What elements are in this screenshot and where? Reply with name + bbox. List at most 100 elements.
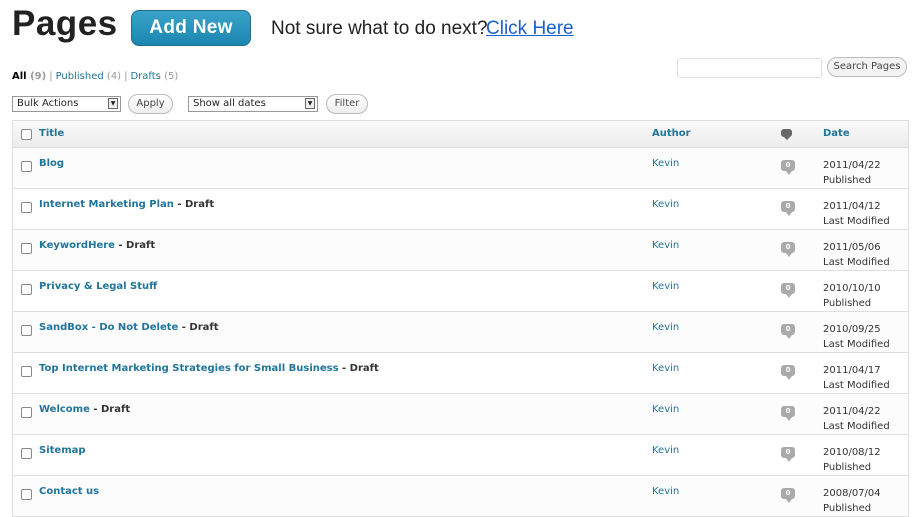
page-title: Pages <box>12 4 118 43</box>
comment-count-icon[interactable]: 0 <box>781 365 795 380</box>
pages-table: Title Author Date Blog Kevin 0 2011/04/22 Pu… <box>12 120 909 517</box>
table-row: KeywordHere - Draft Kevin 0 2011/05/06 Last … <box>13 230 908 271</box>
table-row: Internet Marketing Plan - Draft Kevin 0 201… <box>13 189 908 230</box>
author-link[interactable]: Kevin <box>652 404 679 415</box>
comment-count-icon[interactable]: 0 <box>781 201 795 216</box>
filter-published[interactable]: Published (4) <box>56 71 122 82</box>
page-title-link[interactable]: Welcome <box>39 404 90 415</box>
column-date[interactable]: Date <box>823 128 850 139</box>
post-state: - Draft <box>89 404 131 415</box>
author-link[interactable]: Kevin <box>652 240 679 251</box>
table-row: Sitemap Kevin 0 2010/08/12 Published <box>13 435 908 476</box>
page-title-link[interactable]: Privacy & Legal Stuff <box>39 281 157 292</box>
date-status: Published <box>823 503 872 514</box>
search-pages-button[interactable]: Search Pages <box>827 57 907 77</box>
post-state: - Draft <box>178 322 219 333</box>
table-row: Blog Kevin 0 2011/04/22 Published <box>13 148 908 189</box>
date-value: 2010/10/10 <box>823 283 881 294</box>
date-status: Published <box>823 298 872 309</box>
table-row: Contact us Kevin 0 2008/07/04 Published <box>13 476 908 517</box>
page-header: Pages Add New Not sure what to do next? … <box>0 0 917 60</box>
filter-drafts-label: Drafts <box>130 71 161 82</box>
table-row: Privacy & Legal Stuff Kevin 0 2010/10/10 Pub… <box>13 271 908 312</box>
filter-drafts-count: (5) <box>164 71 179 82</box>
bulk-actions-value: Bulk Actions <box>17 98 79 109</box>
apply-button[interactable]: Apply <box>128 94 173 114</box>
date-value: 2011/04/22 <box>823 406 881 417</box>
row-checkbox[interactable] <box>21 202 32 213</box>
table-row: SandBox - Do Not Delete - Draft Kevin 0 201… <box>13 312 908 353</box>
date-status: Last Modified <box>823 216 890 227</box>
comment-count-icon[interactable]: 0 <box>781 447 795 462</box>
row-title-cell: KeywordHere - Draft <box>39 240 155 251</box>
date-cell: 2011/05/06 Last Modified <box>823 240 890 270</box>
author-link[interactable]: Kevin <box>652 445 679 456</box>
filter-all[interactable]: All (9) <box>12 71 46 82</box>
dates-select[interactable]: Show all dates ▼ <box>188 96 318 112</box>
date-status: Published <box>823 175 872 186</box>
page-title-link[interactable]: Sitemap <box>39 445 86 456</box>
date-cell: 2011/04/22 Last Modified <box>823 404 890 434</box>
date-cell: 2010/09/25 Last Modified <box>823 322 890 352</box>
filter-separator: | <box>49 71 53 82</box>
author-link[interactable]: Kevin <box>652 322 679 333</box>
date-status: Published <box>823 462 872 473</box>
page-title-link[interactable]: Contact us <box>39 486 99 497</box>
author-link[interactable]: Kevin <box>652 486 679 497</box>
comment-count-icon[interactable]: 0 <box>781 406 795 421</box>
date-cell: 2010/10/10 Published <box>823 281 881 311</box>
date-status: Last Modified <box>823 421 890 432</box>
date-cell: 2011/04/17 Last Modified <box>823 363 890 393</box>
date-cell: 2011/04/12 Last Modified <box>823 199 890 229</box>
author-link[interactable]: Kevin <box>652 363 679 374</box>
date-value: 2010/09/25 <box>823 324 881 335</box>
page-title-link[interactable]: Internet Marketing Plan <box>39 199 174 210</box>
row-title-cell: Blog <box>39 158 64 169</box>
row-checkbox[interactable] <box>21 325 32 336</box>
date-value: 2010/08/12 <box>823 447 881 458</box>
help-text: Not sure what to do next? <box>271 18 488 39</box>
date-value: 2011/04/17 <box>823 365 881 376</box>
row-checkbox[interactable] <box>21 243 32 254</box>
row-checkbox[interactable] <box>21 366 32 377</box>
date-cell: 2010/08/12 Published <box>823 445 881 475</box>
post-state: - Draft <box>114 240 156 251</box>
filter-drafts[interactable]: Drafts (5) <box>130 71 178 82</box>
date-cell: 2008/07/04 Published <box>823 486 881 516</box>
column-title[interactable]: Title <box>39 128 64 139</box>
page-title-link[interactable]: Blog <box>39 158 64 169</box>
date-value: 2011/05/06 <box>823 242 881 253</box>
row-checkbox[interactable] <box>21 407 32 418</box>
comment-count-icon[interactable]: 0 <box>781 160 795 175</box>
post-state: - Draft <box>173 199 215 210</box>
filter-button[interactable]: Filter <box>326 94 368 114</box>
row-checkbox[interactable] <box>21 489 32 500</box>
row-title-cell: Top Internet Marketing Strategies for Sm… <box>39 363 379 374</box>
row-checkbox[interactable] <box>21 161 32 172</box>
author-link[interactable]: Kevin <box>652 199 679 210</box>
table-row: Welcome - Draft Kevin 0 2011/04/22 Last Modi… <box>13 394 908 435</box>
author-link[interactable]: Kevin <box>652 281 679 292</box>
search-input[interactable] <box>677 58 822 78</box>
page-title-link[interactable]: Top Internet Marketing Strategies for Sm… <box>39 363 339 374</box>
select-all-checkbox[interactable] <box>21 129 32 140</box>
row-checkbox[interactable] <box>21 448 32 459</box>
dates-value: Show all dates <box>193 98 266 109</box>
date-status: Last Modified <box>823 257 890 268</box>
chevron-down-icon: ▼ <box>305 98 315 109</box>
author-link[interactable]: Kevin <box>652 158 679 169</box>
row-title-cell: Privacy & Legal Stuff <box>39 281 157 292</box>
page-title-link[interactable]: SandBox - Do Not Delete <box>39 322 178 333</box>
row-checkbox[interactable] <box>21 284 32 295</box>
filter-separator: | <box>124 71 128 82</box>
comment-count-icon[interactable]: 0 <box>781 488 795 503</box>
row-title-cell: Welcome - Draft <box>39 404 130 415</box>
row-title-cell: Sitemap <box>39 445 86 456</box>
comment-count-icon[interactable]: 0 <box>781 283 795 298</box>
add-new-button[interactable]: Add New <box>131 10 251 46</box>
comment-count-icon[interactable]: 0 <box>781 324 795 339</box>
bulk-actions-select[interactable]: Bulk Actions ▼ <box>12 96 121 112</box>
help-link[interactable]: Click Here <box>486 18 574 40</box>
page-title-link[interactable]: KeywordHere <box>39 240 115 251</box>
comment-count-icon[interactable]: 0 <box>781 242 795 257</box>
